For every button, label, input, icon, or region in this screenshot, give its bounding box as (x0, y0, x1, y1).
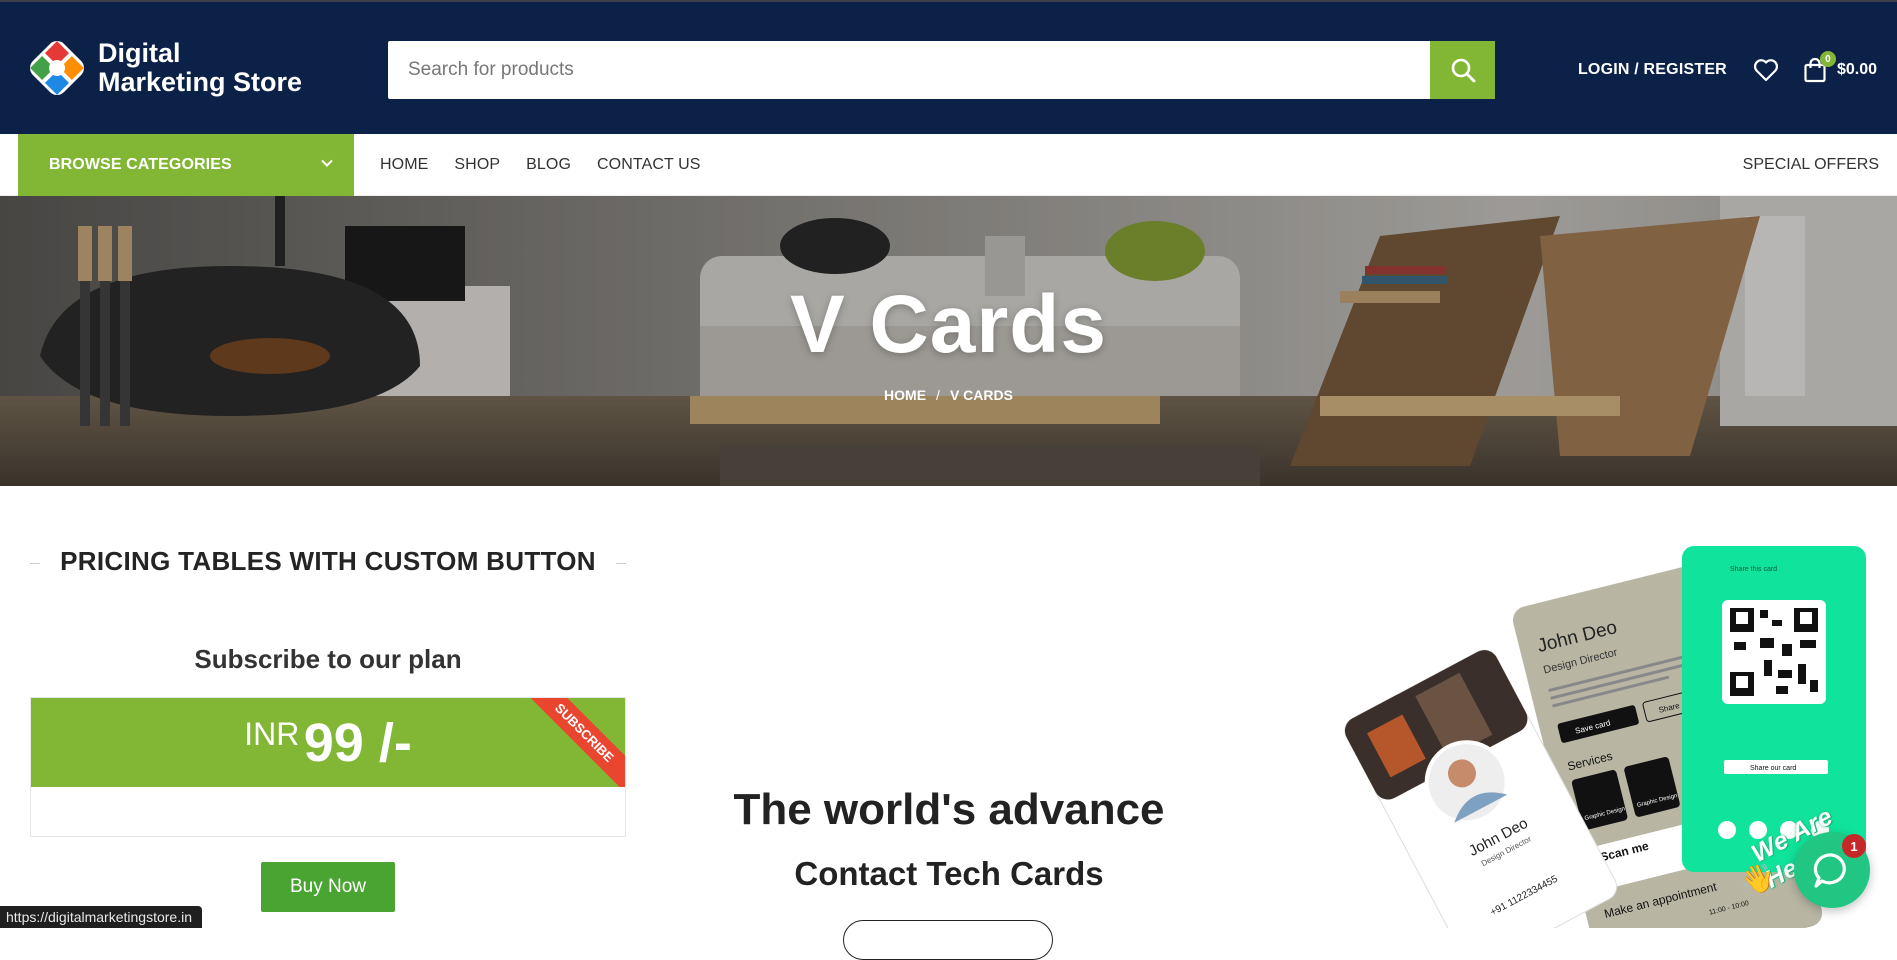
cart-total: $0.00 (1836, 61, 1877, 78)
promo-headline: The world's advance (733, 785, 1165, 834)
browse-categories-button[interactable]: BROWSE CATEGORIES (18, 134, 354, 196)
main-navigation: BROWSE CATEGORIES HOME SHOP BLOG CONTACT… (0, 134, 1897, 196)
nav-link-shop[interactable]: SHOP (454, 156, 500, 174)
share-this-card-label: Share this card (1730, 566, 1777, 573)
cart-button[interactable]: 0 $0.00 (1803, 51, 1877, 83)
promo-button[interactable] (843, 920, 1053, 960)
logo-icon (30, 41, 84, 95)
search-button[interactable] (1430, 41, 1495, 99)
chevron-down-icon (321, 159, 333, 167)
price-currency: INR (244, 716, 300, 752)
plan-heading: Subscribe to our plan (194, 644, 462, 674)
page-hero-banner: V Cards HOME / V CARDS (0, 196, 1897, 486)
site-logo[interactable]: Digital Marketing Store (26, 36, 302, 100)
header-actions: LOGIN / REGISTER 0 $0.00 (1578, 51, 1877, 88)
logo-line-1: Digital (98, 38, 181, 68)
breadcrumb-separator: / (936, 387, 940, 403)
page-title: V Cards (790, 279, 1107, 370)
price-band: INR 99 /- SUBSCRIBE (31, 698, 625, 787)
search-input[interactable] (388, 41, 1430, 99)
nav-link-contact-us[interactable]: CONTACT US (597, 156, 701, 174)
chat-bubble-icon (1813, 853, 1846, 888)
price-amount: 99 /- (303, 713, 412, 773)
buy-now-button[interactable]: Buy Now (261, 862, 395, 912)
chat-unread-badge: 1 (1842, 834, 1866, 858)
nav-link-blog[interactable]: BLOG (526, 156, 571, 174)
cart-count-badge: 0 (1819, 51, 1836, 67)
wishlist-icon[interactable] (1753, 58, 1779, 82)
site-header: Digital Marketing Store LOGIN / REGISTER… (0, 0, 1897, 134)
logo-line-2: Marketing Store (98, 67, 303, 97)
breadcrumb-current: V CARDS (949, 387, 1013, 403)
login-register-link[interactable]: LOGIN / REGISTER (1578, 61, 1727, 79)
search-icon (1451, 58, 1475, 83)
logo-text: Digital Marketing Store (98, 39, 302, 97)
price: INR 99 /- (31, 712, 625, 774)
share-our-card-label: Share our card (1750, 765, 1796, 772)
menu-links: HOME SHOP BLOG CONTACT US (380, 134, 701, 196)
pricing-table: INR 99 /- SUBSCRIBE (30, 697, 626, 837)
browse-categories-label: BROWSE CATEGORIES (49, 156, 232, 173)
promo-subheadline: Contact Tech Cards (794, 855, 1104, 892)
search-bar (388, 41, 1495, 99)
waving-hand-icon: 👋 (1740, 863, 1775, 894)
special-offers-link[interactable]: SPECIAL OFFERS (1743, 134, 1879, 196)
nav-link-home[interactable]: HOME (380, 156, 428, 174)
breadcrumb-home[interactable]: HOME (884, 387, 926, 403)
pricing-section-title: PRICING TABLES WITH CUSTOM BUTTON (30, 546, 626, 577)
browser-status-url: https://digitalmarketingstore.in (0, 906, 202, 928)
breadcrumb: HOME / V CARDS (0, 387, 1897, 403)
